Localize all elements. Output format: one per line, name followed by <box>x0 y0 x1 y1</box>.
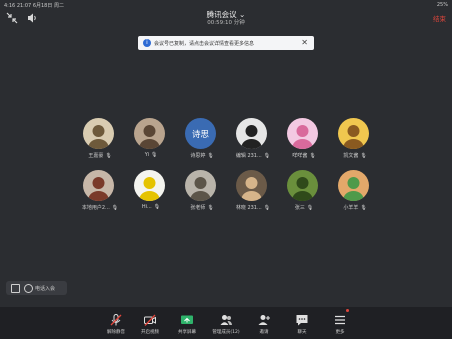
participant-name: 本地用户2... 🎙 <box>75 204 125 211</box>
video-off-icon <box>143 312 157 326</box>
participant-name-text: 张老师 <box>190 205 206 211</box>
mic-icon: 🎙 <box>207 153 214 159</box>
invite-button[interactable]: 邀请 <box>245 307 283 339</box>
bottom-toolbar: 解除静音 开启视频 共享屏幕 管理成员(12) 邀请 聊天 更多 <box>0 307 452 339</box>
participant-name-text: 咩咩酱 <box>292 153 308 159</box>
close-icon[interactable]: ✕ <box>301 38 308 47</box>
chat-icon <box>295 312 309 326</box>
mic-icon: 🎙 <box>150 152 158 158</box>
avatar-initials: 诗思 <box>191 129 209 140</box>
speaker-icon[interactable] <box>26 12 38 24</box>
mic-icon: 🎙 <box>360 205 367 211</box>
mic-icon: 🎙 <box>263 205 271 211</box>
participant-name-text: 王嘉豪 <box>88 153 104 159</box>
toolbar-label: 开启视频 <box>141 330 159 335</box>
participant-name-text: Hi... <box>141 204 152 210</box>
status-right-text: 25% <box>436 2 448 8</box>
avatar <box>83 118 114 149</box>
participant-name: Hi... 🎙 <box>126 204 176 210</box>
manage-members-button[interactable]: 管理成员(12) <box>207 307 245 339</box>
mic-icon: 🎙 <box>263 153 271 159</box>
meeting-duration: 00:59:10 分钟 <box>207 20 245 26</box>
more-icon <box>333 312 347 326</box>
share-screen-icon <box>180 312 194 326</box>
invite-icon <box>257 312 271 326</box>
status-left-text: 4:16 21:07 6月18日 周二 <box>4 3 64 9</box>
mic-icon: 🎙 <box>360 153 367 159</box>
participant-name-text: 小羊羊 <box>343 205 359 211</box>
avatar: 诗思 <box>185 118 216 149</box>
avatar <box>236 118 267 149</box>
mic-muted-icon <box>109 312 123 326</box>
participant-name: 王嘉豪 🎙 <box>75 152 125 159</box>
more-button[interactable]: 更多 <box>321 307 359 339</box>
avatar <box>236 170 267 201</box>
notice-banner: i 会议号已复制，请点击会议详情查看更多信息 ✕ <box>138 36 314 50</box>
notification-dot <box>346 309 349 312</box>
avatar <box>338 118 369 149</box>
status-bar: 4:16 21:07 6月18日 周二 25% <box>0 0 452 9</box>
call-in-label: 电话入会 <box>35 286 56 292</box>
participant-name-text: 凯文酱 <box>343 153 359 159</box>
participant-name: Yi 🎙 <box>126 152 176 158</box>
info-icon: i <box>143 39 151 47</box>
notice-text: 会议号已复制，请点击会议详情查看更多信息 <box>154 41 255 47</box>
shrink-icon[interactable] <box>6 12 18 24</box>
mic-icon: 🎙 <box>105 153 112 159</box>
avatar <box>134 118 165 149</box>
participant-name-text: Yi <box>144 152 149 158</box>
mic-icon: 🎙 <box>153 204 161 210</box>
start-video-button[interactable]: 开启视频 <box>131 307 169 339</box>
avatar <box>287 118 318 149</box>
participant-name-text: 本地用户2... <box>81 205 110 211</box>
mic-icon: 🎙 <box>306 205 314 211</box>
unmute-button[interactable]: 解除静音 <box>97 307 135 339</box>
toolbar-label: 解除静音 <box>107 330 125 335</box>
toolbar-label: 共享屏幕 <box>178 330 196 335</box>
participant-name: 凯文酱 🎙 <box>330 152 380 159</box>
toolbar-label: 聊天 <box>297 330 307 335</box>
participant-name-text: 张三 <box>294 205 305 211</box>
participant-name: 诗思婷 🎙 <box>177 152 227 159</box>
avatar <box>83 170 114 201</box>
chat-button[interactable]: 聊天 <box>283 307 321 339</box>
window-icon <box>11 284 20 293</box>
toolbar-label: 更多 <box>335 330 345 335</box>
avatar <box>185 170 216 201</box>
participant-name-text: 诗思婷 <box>190 153 206 159</box>
participant-name: 小羊羊 🎙 <box>330 204 380 211</box>
avatar <box>134 170 165 201</box>
end-meeting-button[interactable]: 结束 <box>433 13 446 23</box>
avatar <box>338 170 369 201</box>
participant-name-text: 林晓 231... <box>235 205 262 211</box>
toolbar-label: 管理成员(12) <box>212 330 240 335</box>
mic-icon: 🎙 <box>111 205 119 211</box>
participant-name-text: 编辑 231... <box>235 153 262 159</box>
participant-name: 林晓 231... 🎙 <box>228 204 278 211</box>
participant-name: 张三 🎙 <box>279 204 329 211</box>
members-icon <box>219 312 233 326</box>
mic-icon: 🎙 <box>309 153 316 159</box>
share-screen-button[interactable]: 共享屏幕 <box>168 307 206 339</box>
participant-name: 咩咩酱 🎙 <box>279 152 329 159</box>
phone-icon <box>24 284 33 293</box>
mic-icon: 🎙 <box>207 205 214 211</box>
call-in-control[interactable]: 电话入会 <box>6 281 67 295</box>
participant-name: 编辑 231... 🎙 <box>228 152 278 159</box>
participant-name: 张老师 🎙 <box>177 204 227 211</box>
toolbar-label: 邀请 <box>259 330 269 335</box>
avatar <box>287 170 318 201</box>
